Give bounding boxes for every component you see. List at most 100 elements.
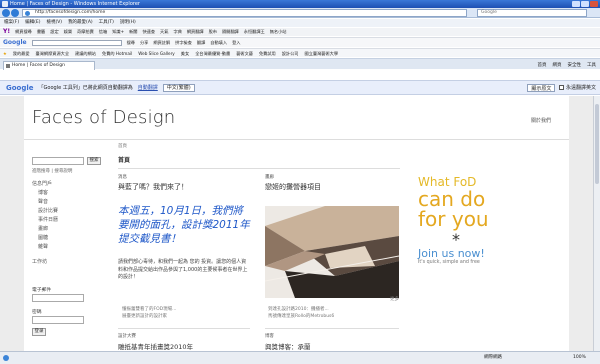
always-translate-checkbox[interactable] xyxy=(559,85,565,90)
favorite-link[interactable]: 建議的網站 xyxy=(75,49,96,57)
search-input[interactable]: Google xyxy=(477,9,587,17)
menu-favorites[interactable]: 我的最愛(A) xyxy=(68,19,93,27)
advanced-search-link[interactable]: 進階搜尋 | 搜尋說明 xyxy=(32,168,72,174)
ad-tagline: It's quick, simple and free xyxy=(418,260,480,265)
scroll-thumb[interactable] xyxy=(595,104,599,184)
zoom-level[interactable]: 100% xyxy=(573,352,586,364)
menu-help[interactable]: 說明(H) xyxy=(120,19,136,27)
email-field[interactable] xyxy=(32,294,84,302)
yahoo-item[interactable]: 快速查 xyxy=(142,28,155,36)
yahoo-item[interactable]: 網頁搜尋 xyxy=(15,28,32,36)
back-button[interactable] xyxy=(2,9,10,17)
tools-button[interactable]: 工具 xyxy=(587,62,596,68)
page-button[interactable]: 網頁 xyxy=(553,62,562,68)
nav-voices[interactable]: 聲音 xyxy=(32,198,58,207)
yahoo-item[interactable]: 書籤 xyxy=(37,28,45,36)
google-item[interactable]: 拼字檢查 xyxy=(175,38,192,47)
tab-home[interactable]: Home | Faces of Design xyxy=(3,61,95,70)
signup-ad[interactable]: What FoD can do for you * Join us now! I… xyxy=(418,176,508,266)
nav-magazine[interactable]: 雜聲 xyxy=(32,243,58,252)
vertical-scrollbar[interactable] xyxy=(593,96,600,351)
yahoo-item[interactable]: 永恒翻譯王 xyxy=(244,28,265,36)
maximize-button[interactable] xyxy=(581,1,589,7)
more-link[interactable]: 更多 xyxy=(390,296,399,302)
google-item[interactable]: 搜尋 xyxy=(127,38,135,47)
favorite-link[interactable]: 全台灣最優質-動畫 xyxy=(195,49,230,57)
yahoo-logo[interactable]: Y! xyxy=(3,28,10,36)
favorite-link[interactable]: 免費試用 xyxy=(259,49,276,57)
post-tag[interactable]: 博客 xyxy=(265,333,274,339)
yahoo-item[interactable]: 股市 xyxy=(209,28,217,36)
yahoo-item[interactable]: 設定 xyxy=(50,28,58,36)
yahoo-item[interactable]: 知識+ xyxy=(112,28,124,36)
password-field[interactable] xyxy=(32,316,84,324)
post-title[interactable]: 興獎博客：承蘭 xyxy=(265,341,311,351)
related-link[interactable]: 懂振蕾雙看了的FOD現場... xyxy=(122,306,176,312)
post-tag[interactable]: 畫廊 xyxy=(265,174,274,180)
favorites-star-icon[interactable]: ★ xyxy=(3,49,7,57)
menu-tools[interactable]: 工具(T) xyxy=(99,19,114,27)
post-title[interactable]: 戀姬的攤營器項目 xyxy=(265,182,321,192)
site-search-button[interactable]: 搜索 xyxy=(87,157,101,165)
favorite-link[interactable]: 設計公司 xyxy=(282,49,299,57)
yahoo-toolbar: Y! 網頁搜尋 書籤 設定 娛樂 奇摩拍賣 信箱 知識+ 新聞 快速查 天氣 字… xyxy=(0,28,600,36)
google-item[interactable]: 分享 xyxy=(140,38,148,47)
yahoo-item[interactable]: 新聞 xyxy=(129,28,137,36)
yahoo-item[interactable]: 無名小站 xyxy=(270,28,287,36)
yahoo-item[interactable]: 天氣 xyxy=(160,28,168,36)
close-button[interactable] xyxy=(590,1,598,7)
safety-button[interactable]: 安全性 xyxy=(568,62,582,68)
related-link[interactable]: 馬號傳達皇族Rollo的Metrobus6 xyxy=(268,313,334,319)
address-bar[interactable]: http://facesofdesign.com/home xyxy=(22,9,467,17)
home-button[interactable]: 首頁 xyxy=(538,62,547,68)
post-title[interactable]: 與藍了嗎？我們來了！ xyxy=(118,182,188,192)
favorites-label[interactable]: 我的最愛 xyxy=(13,49,30,57)
gallery-photo[interactable] xyxy=(265,206,399,298)
show-original-button[interactable]: 顯示原文 xyxy=(527,84,556,92)
favorite-link[interactable]: 國立臺灣藝術大學 xyxy=(305,49,339,57)
breadcrumb[interactable]: 首頁 xyxy=(118,143,127,149)
post-tag[interactable]: 設計大賽 xyxy=(118,333,136,339)
yahoo-item[interactable]: 網頁翻譯 xyxy=(187,28,204,36)
nav-blog[interactable]: 博客 xyxy=(32,189,58,198)
translate-link[interactable]: 自動翻譯 xyxy=(138,81,158,94)
menu-view[interactable]: 檢視(V) xyxy=(46,19,62,27)
minimize-button[interactable] xyxy=(572,1,580,7)
nav-workshop[interactable]: 工作坊 xyxy=(32,258,58,267)
always-translate-option[interactable]: 永遠翻譯英文 xyxy=(559,84,596,92)
related-link[interactable]: 展臺更新設計的設計家 xyxy=(122,313,167,319)
menu-bar: 檔案(F) 編輯(E) 檢視(V) 我的最愛(A) 工具(T) 說明(H) xyxy=(0,19,600,27)
login-button[interactable]: 登录 xyxy=(32,328,46,336)
favorite-link[interactable]: 臺灣網際資源大全 xyxy=(36,49,70,57)
google-item[interactable]: 登入 xyxy=(232,38,240,47)
nav-gallery[interactable]: 畫廊 xyxy=(32,225,58,234)
nav-competitions[interactable]: 設計比賽 xyxy=(32,207,58,216)
yahoo-item[interactable]: 字典 xyxy=(173,28,181,36)
yahoo-item[interactable]: 娛樂 xyxy=(64,28,72,36)
favorite-link[interactable]: 美女 xyxy=(181,49,189,57)
google-item[interactable]: 網頁註解 xyxy=(153,38,170,47)
post-title[interactable]: 雕抵基青年插畫獎2010年 xyxy=(118,341,193,351)
favorite-link[interactable]: 免費的 Hotmail xyxy=(102,49,132,57)
post-tag[interactable]: 消息 xyxy=(118,174,127,180)
related-link[interactable]: 到達孔設計路2010：攤播者... xyxy=(268,306,329,312)
language-select[interactable]: 中文(繁體) xyxy=(162,84,195,92)
menu-edit[interactable]: 編輯(E) xyxy=(25,19,40,27)
about-link[interactable]: 關於我們 xyxy=(531,117,551,124)
favorite-link[interactable]: 藝術文藝 xyxy=(236,49,253,57)
email-label: 電子郵件 xyxy=(32,288,52,293)
yahoo-item[interactable]: 隔開翻譯 xyxy=(222,28,239,36)
menu-file[interactable]: 檔案(F) xyxy=(4,19,19,27)
nav-images[interactable]: 圖糖 xyxy=(32,234,58,243)
favorite-link[interactable]: Web Slice Gallery xyxy=(138,49,175,57)
google-item[interactable]: 翻譯 xyxy=(197,38,205,47)
site-title[interactable]: Faces of Design xyxy=(32,107,175,128)
forward-button[interactable] xyxy=(11,9,19,17)
site-search-input[interactable] xyxy=(32,157,84,165)
google-search-input[interactable] xyxy=(31,40,122,46)
google-item[interactable]: 自動填入 xyxy=(210,38,227,47)
nav-calendar[interactable]: 事件日曆 xyxy=(32,216,58,225)
nav-portal[interactable]: 信息門戶 xyxy=(32,180,58,189)
yahoo-item[interactable]: 信箱 xyxy=(99,28,107,36)
yahoo-item[interactable]: 奇摩拍賣 xyxy=(77,28,94,36)
